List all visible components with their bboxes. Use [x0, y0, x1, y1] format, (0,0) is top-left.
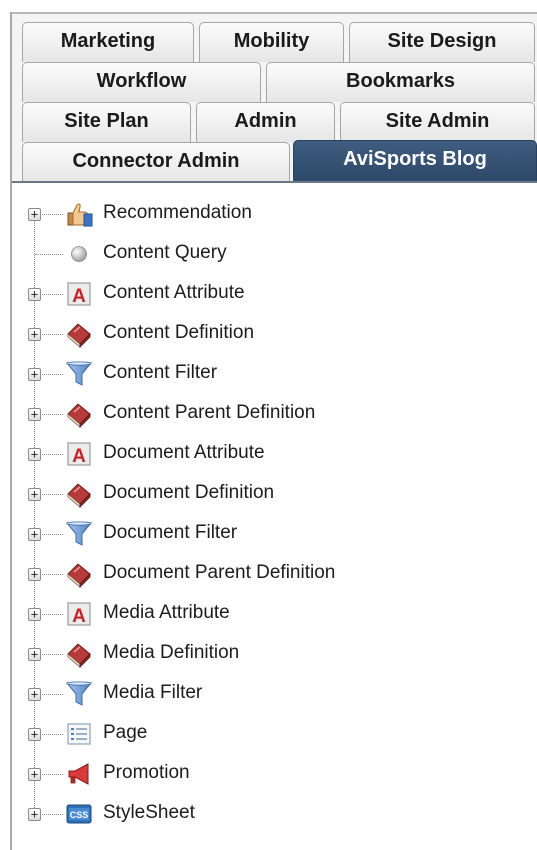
- tree-item-label[interactable]: Content Filter: [103, 362, 217, 384]
- tree-item-label[interactable]: Page: [103, 722, 147, 744]
- tree-item-label[interactable]: Promotion: [103, 762, 190, 784]
- tree-item-label[interactable]: Document Definition: [103, 482, 274, 504]
- tree-item-label[interactable]: Document Filter: [103, 522, 237, 544]
- expand-plus-icon[interactable]: +: [28, 608, 41, 621]
- tree-branch-line: [35, 254, 63, 255]
- tree-item-label[interactable]: Media Attribute: [103, 602, 230, 624]
- expand-plus-icon[interactable]: +: [28, 808, 41, 821]
- css-icon[interactable]: CSS: [65, 800, 93, 828]
- tree-item-label[interactable]: Content Query: [103, 242, 227, 264]
- expand-plus-icon[interactable]: +: [28, 568, 41, 581]
- thumbs-up-icon[interactable]: [65, 200, 93, 228]
- svg-text:CSS: CSS: [70, 810, 89, 820]
- tab-site-design[interactable]: Site Design: [349, 22, 535, 62]
- tree-item-label[interactable]: Document Attribute: [103, 442, 265, 464]
- tab-bookmarks[interactable]: Bookmarks: [266, 62, 535, 102]
- book-icon[interactable]: [65, 560, 93, 588]
- sphere-icon[interactable]: [65, 240, 93, 268]
- book-icon[interactable]: [65, 320, 93, 348]
- page-icon[interactable]: [65, 720, 93, 748]
- tree-panel: Marketing Mobility Site Design Workflow …: [0, 0, 537, 850]
- tab-admin[interactable]: Admin: [196, 102, 335, 142]
- tab-connector-admin[interactable]: Connector Admin: [22, 142, 290, 182]
- megaphone-icon[interactable]: [65, 760, 93, 788]
- expand-plus-icon[interactable]: +: [28, 208, 41, 221]
- attribute-icon[interactable]: A: [65, 440, 93, 468]
- tree-item-label[interactable]: Media Definition: [103, 642, 239, 664]
- book-icon[interactable]: [65, 480, 93, 508]
- expand-plus-icon[interactable]: +: [28, 328, 41, 341]
- svg-text:A: A: [72, 606, 86, 627]
- funnel-icon[interactable]: [65, 680, 93, 708]
- expand-plus-icon[interactable]: +: [28, 288, 41, 301]
- tree-item-label[interactable]: Content Parent Definition: [103, 402, 315, 424]
- expand-plus-icon[interactable]: +: [28, 408, 41, 421]
- tree-item-label[interactable]: Recommendation: [103, 202, 252, 224]
- tree-item-label[interactable]: Media Filter: [103, 682, 202, 704]
- expand-plus-icon[interactable]: +: [28, 688, 41, 701]
- tab-avisports-blog[interactable]: AviSports Blog: [293, 140, 537, 182]
- tab-workflow[interactable]: Workflow: [22, 62, 261, 102]
- tree-item-label[interactable]: Document Parent Definition: [103, 562, 335, 584]
- expand-plus-icon[interactable]: +: [28, 368, 41, 381]
- tab-site-plan[interactable]: Site Plan: [22, 102, 191, 142]
- tree-item-label[interactable]: Content Definition: [103, 322, 254, 344]
- book-icon[interactable]: [65, 640, 93, 668]
- expand-plus-icon[interactable]: +: [28, 488, 41, 501]
- funnel-icon[interactable]: [65, 520, 93, 548]
- tab-mobility[interactable]: Mobility: [199, 22, 344, 62]
- tab-marketing[interactable]: Marketing: [22, 22, 194, 62]
- tab-site-admin[interactable]: Site Admin: [340, 102, 535, 142]
- expand-plus-icon[interactable]: +: [28, 648, 41, 661]
- expand-plus-icon[interactable]: +: [28, 528, 41, 541]
- expand-plus-icon[interactable]: +: [28, 448, 41, 461]
- tree-item-label[interactable]: StyleSheet: [103, 802, 195, 824]
- svg-text:A: A: [72, 286, 86, 307]
- expand-plus-icon[interactable]: +: [28, 728, 41, 741]
- svg-text:A: A: [72, 446, 86, 467]
- tab-strip-underline: [12, 181, 537, 183]
- book-icon[interactable]: [65, 400, 93, 428]
- expand-plus-icon[interactable]: +: [28, 768, 41, 781]
- tree-item-label[interactable]: Content Attribute: [103, 282, 245, 304]
- attribute-icon[interactable]: A: [65, 280, 93, 308]
- funnel-icon[interactable]: [65, 360, 93, 388]
- attribute-icon[interactable]: A: [65, 600, 93, 628]
